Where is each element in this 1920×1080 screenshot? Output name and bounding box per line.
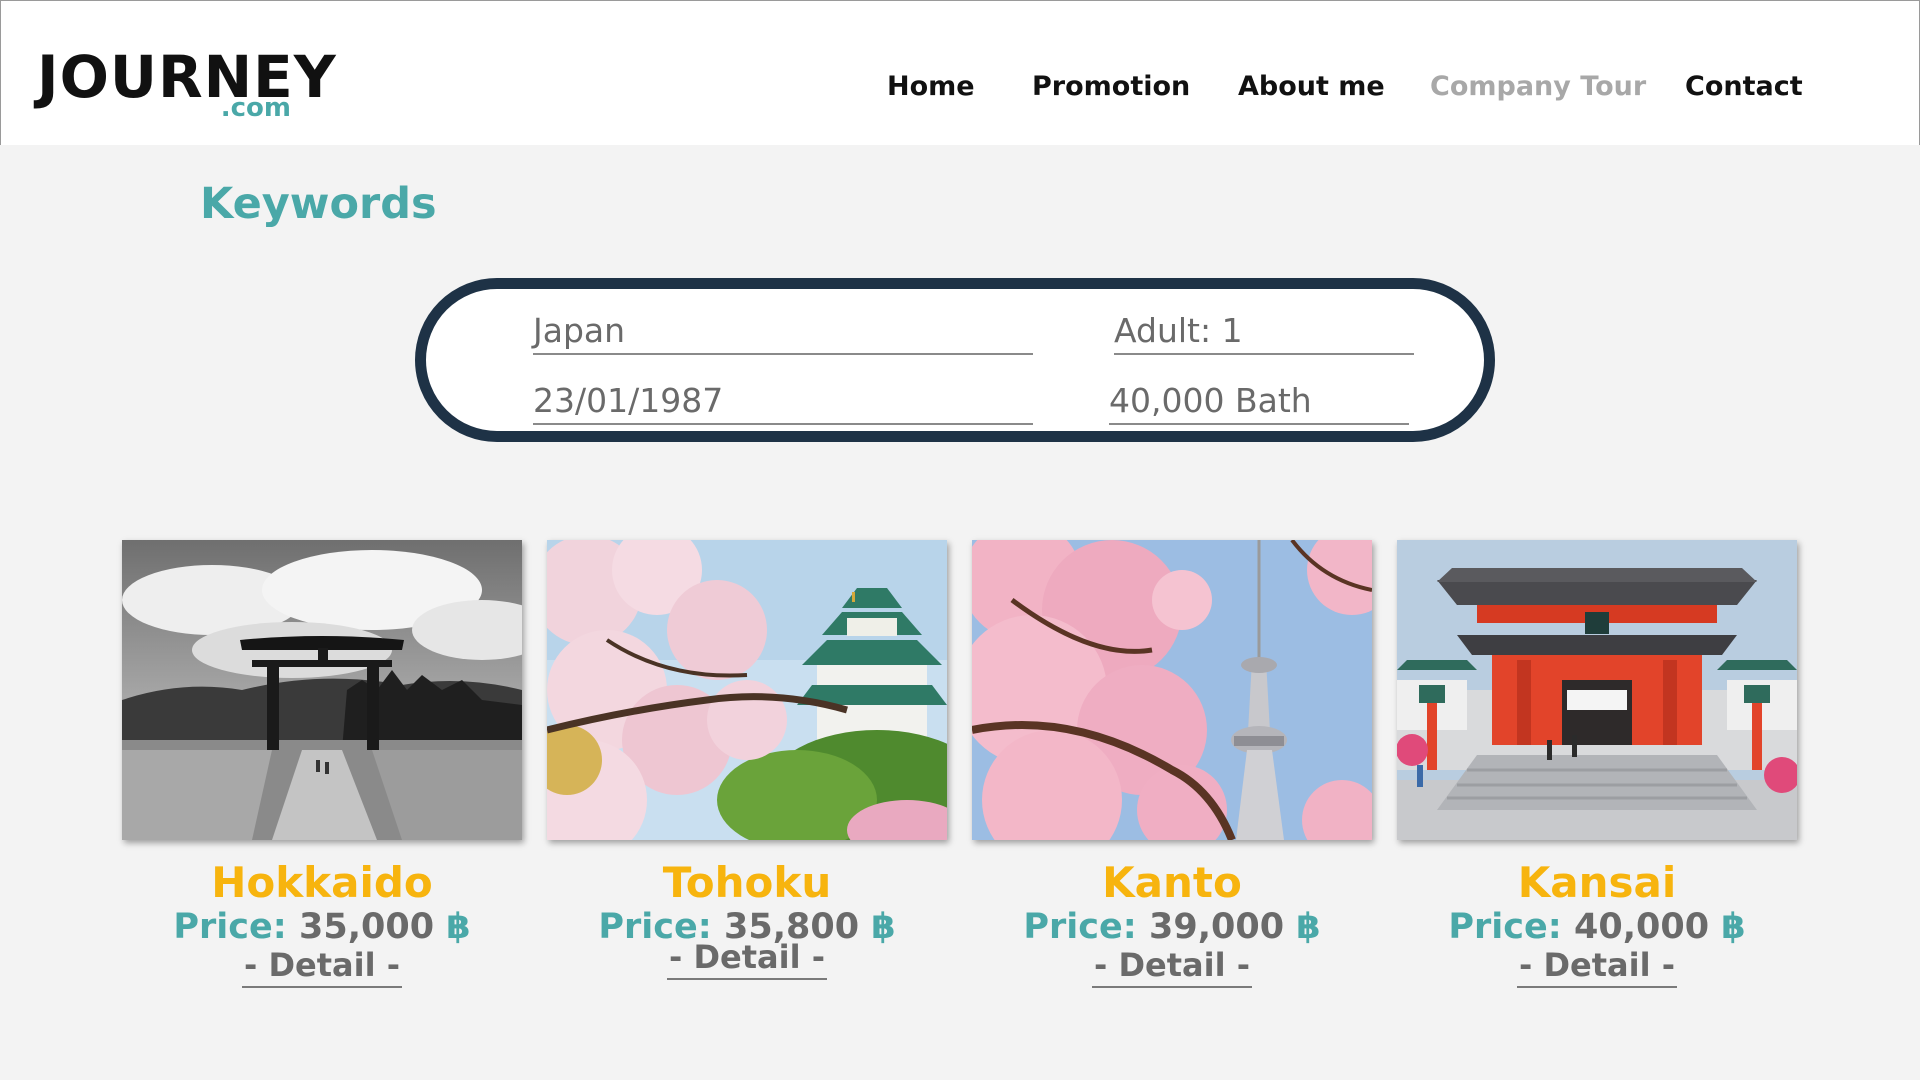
nav-promotion[interactable]: Promotion bbox=[1032, 69, 1190, 105]
nav-company-tour[interactable]: Company Tour bbox=[1430, 69, 1646, 105]
castle-blossom-photo[interactable] bbox=[547, 540, 947, 840]
shrine-gate-photo[interactable] bbox=[1397, 540, 1797, 840]
detail-link[interactable]: - Detail - bbox=[1517, 946, 1677, 988]
budget-field[interactable]: 40,000 Bath bbox=[1109, 381, 1409, 425]
destination-field[interactable]: Japan bbox=[533, 311, 1033, 355]
tour-card-kanto: Kanto Price: 39,000 ฿ - Detail - bbox=[972, 540, 1372, 988]
price-value: 40,000 bbox=[1573, 907, 1710, 947]
price-value: 39,000 bbox=[1148, 907, 1285, 947]
nav-about-me[interactable]: About me bbox=[1238, 69, 1385, 105]
detail-link[interactable]: - Detail - bbox=[667, 938, 827, 980]
keywords-title: Keywords bbox=[200, 179, 437, 229]
detail-link[interactable]: - Detail - bbox=[1092, 946, 1252, 988]
detail-link[interactable]: - Detail - bbox=[242, 946, 402, 988]
price-value: 35,000 bbox=[298, 907, 435, 947]
tour-title: Kanto bbox=[1102, 858, 1242, 907]
price-label: Price: bbox=[173, 907, 287, 947]
baht-currency: ฿ bbox=[446, 907, 471, 947]
tour-price: Price: 40,000 ฿ bbox=[1397, 905, 1797, 949]
torii-gate-photo[interactable] bbox=[122, 540, 522, 840]
tour-detail: - Detail - bbox=[1397, 945, 1797, 988]
nav-contact[interactable]: Contact bbox=[1685, 69, 1803, 105]
logo-text: JOURNEY bbox=[37, 43, 337, 111]
nav-home[interactable]: Home bbox=[887, 69, 975, 105]
tour-card-tohoku: Tohoku Price: 35,800 ฿ - Detail - bbox=[547, 540, 947, 980]
date-field[interactable]: 23/01/1987 bbox=[533, 381, 1033, 425]
tour-card-kansai: Kansai Price: 40,000 ฿ - Detail - bbox=[1397, 540, 1797, 988]
tour-detail: - Detail - bbox=[547, 937, 947, 980]
tower-blossom-photo[interactable] bbox=[972, 540, 1372, 840]
tour-price: Price: 35,000 ฿ bbox=[122, 905, 522, 949]
tour-title: Hokkaido bbox=[211, 858, 433, 907]
tour-card-hokkaido: Hokkaido Price: 35,000 ฿ - Detail - bbox=[122, 540, 522, 988]
site-logo[interactable]: JOURNEY .com bbox=[37, 45, 336, 125]
guests-field[interactable]: Adult: 1 bbox=[1114, 311, 1414, 355]
tour-title: Tohoku bbox=[662, 858, 832, 907]
site-header: JOURNEY .com Home Promotion About me Com… bbox=[0, 0, 1920, 145]
price-label: Price: bbox=[1448, 907, 1562, 947]
tour-detail: - Detail - bbox=[122, 945, 522, 988]
tour-title: Kansai bbox=[1517, 858, 1677, 907]
tour-detail: - Detail - bbox=[972, 945, 1372, 988]
logo-domain: .com bbox=[220, 93, 291, 123]
tour-price: Price: 39,000 ฿ bbox=[972, 905, 1372, 949]
price-label: Price: bbox=[1023, 907, 1137, 947]
baht-currency: ฿ bbox=[1296, 907, 1321, 947]
baht-currency: ฿ bbox=[1721, 907, 1746, 947]
search-panel: Japan 23/01/1987 Adult: 1 40,000 Bath bbox=[415, 278, 1495, 442]
